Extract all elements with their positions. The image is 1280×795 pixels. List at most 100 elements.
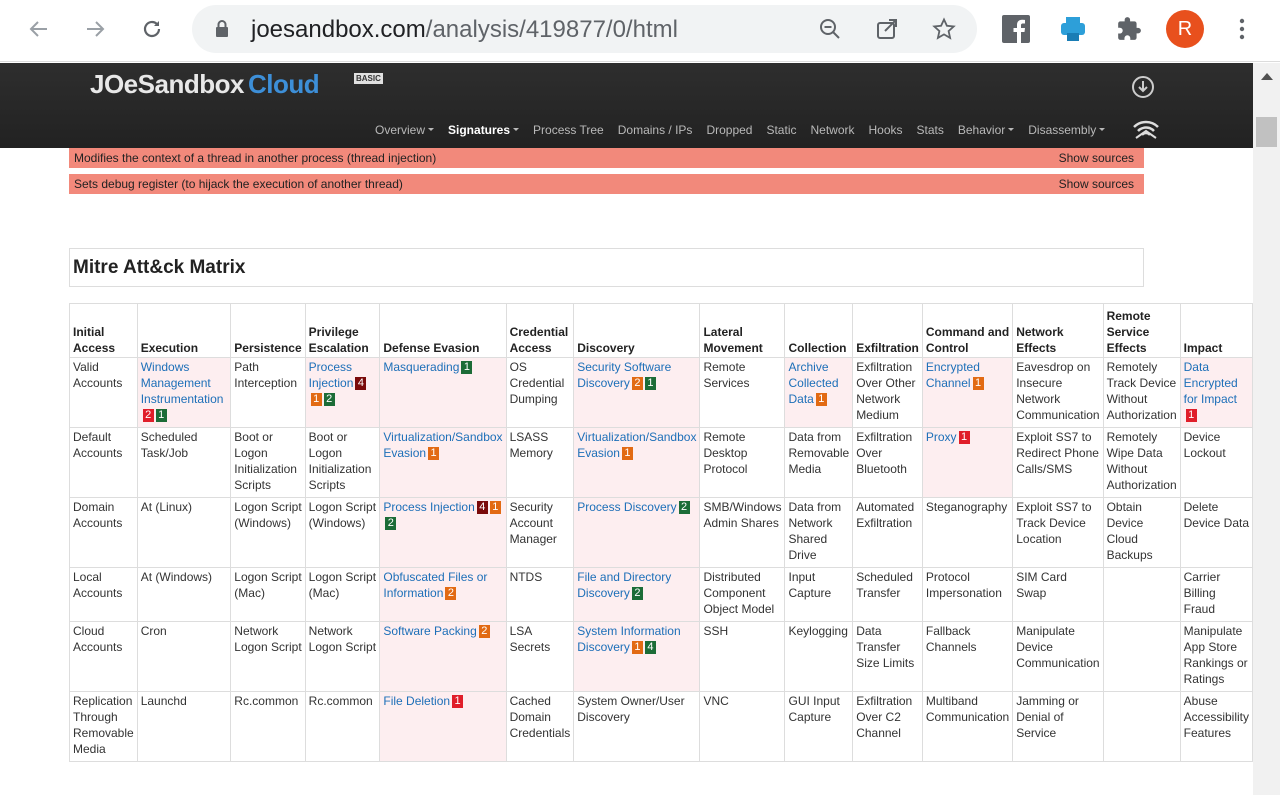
technique-link[interactable]: Virtualization/Sandbox Evasion xyxy=(577,430,696,460)
show-sources-link[interactable]: Show sources xyxy=(1059,177,1134,191)
matrix-cell[interactable]: Obfuscated Files or Information 2 xyxy=(379,567,507,622)
technique-link[interactable]: File Deletion xyxy=(383,694,450,708)
technique-text: Keylogging xyxy=(788,624,848,638)
back-arrow-icon[interactable] xyxy=(23,13,55,45)
show-sources-link[interactable]: Show sources xyxy=(1059,151,1134,165)
address-bar[interactable]: joesandbox.com/analysis/419877/0/html xyxy=(192,5,977,53)
technique-count-badge: 1 xyxy=(155,409,167,423)
technique-link[interactable]: File and Directory Discovery xyxy=(577,570,671,600)
technique-link[interactable]: System Information Discovery xyxy=(577,624,680,654)
nav-behavior[interactable]: Behavior xyxy=(958,123,1015,137)
extensions-puzzle-icon[interactable] xyxy=(1113,13,1145,45)
technique-link[interactable]: Obfuscated Files or Information xyxy=(383,570,487,600)
forward-arrow-icon[interactable] xyxy=(79,13,111,45)
matrix-column-header: Privilege Escalation xyxy=(304,303,381,358)
page-scrollbar[interactable] xyxy=(1253,63,1280,795)
caret-down-icon xyxy=(513,128,520,132)
matrix-cell: Remotely Wipe Data Without Authorization xyxy=(1102,427,1181,498)
matrix-cell[interactable]: Windows Management Instrumentation 2 1 xyxy=(136,357,232,428)
technique-text: Replication Through Removable Media xyxy=(73,694,134,756)
matrix-cell[interactable]: Process Injection412 xyxy=(379,497,507,568)
matrix-cell[interactable]: Proxy 1 xyxy=(921,427,1014,498)
profile-avatar[interactable]: R xyxy=(1166,10,1204,48)
technique-link[interactable]: Security Software Discovery xyxy=(577,360,671,390)
lock-icon[interactable] xyxy=(214,19,230,44)
nav-domains-ips[interactable]: Domains / IPs xyxy=(618,123,693,137)
technique-link[interactable]: Proxy xyxy=(926,430,957,444)
technique-text: Steganography xyxy=(925,500,1008,514)
matrix-cell: At (Linux) xyxy=(136,497,232,568)
nav-overview[interactable]: Overview xyxy=(375,123,435,137)
share-icon[interactable] xyxy=(875,17,899,46)
technique-count-badge: 1 xyxy=(631,641,643,655)
matrix-cell[interactable]: Data Encrypted for Impact 1 xyxy=(1179,357,1253,428)
technique-link[interactable]: Windows Management Instrumentation xyxy=(141,360,224,406)
technique-count-badge: 2 xyxy=(142,409,154,423)
technique-text: Launchd xyxy=(140,694,187,708)
mitre-section-header: Mitre Att&ck Matrix xyxy=(69,248,1144,287)
technique-link[interactable]: Masquerading xyxy=(383,360,459,374)
technique-count-badge: 1 xyxy=(489,501,501,515)
matrix-cell[interactable]: Archive Collected Data 1 xyxy=(784,357,854,428)
matrix-cell: Scheduled Task/Job xyxy=(136,427,232,498)
bookmark-star-icon[interactable] xyxy=(932,17,956,46)
matrix-cell[interactable]: System Information Discovery 1 4 xyxy=(573,621,701,692)
matrix-cell: Manipulate App Store Rankings or Ratings xyxy=(1179,621,1253,692)
nav-static[interactable]: Static xyxy=(766,123,796,137)
matrix-cell: Obtain Device Cloud Backups xyxy=(1102,497,1181,568)
technique-text: Automated Exfiltration xyxy=(856,500,915,530)
technique-text: LSA Secrets xyxy=(509,624,551,654)
matrix-cell[interactable]: Process Injection412 xyxy=(304,357,381,428)
nav-dropped[interactable]: Dropped xyxy=(706,123,752,137)
matrix-cell[interactable]: Software Packing 2 xyxy=(379,621,507,692)
technique-text: Remote Services xyxy=(703,360,750,390)
matrix-cell[interactable]: File and Directory Discovery 2 xyxy=(573,567,701,622)
nav-network[interactable]: Network xyxy=(810,123,854,137)
technique-link[interactable]: Archive Collected Data xyxy=(788,360,838,406)
matrix-cell xyxy=(1102,621,1181,692)
printer-extension-icon[interactable] xyxy=(1057,13,1089,45)
matrix-cell[interactable]: Virtualization/Sandbox Evasion 1 xyxy=(573,427,701,498)
technique-count-badge: 4 xyxy=(476,501,488,515)
scroll-up-arrow-icon[interactable] xyxy=(1261,73,1273,80)
matrix-cell[interactable]: Encrypted Channel 1 xyxy=(921,357,1014,428)
matrix-cell[interactable]: File Deletion 1 xyxy=(379,691,507,762)
technique-count-badge: 1 xyxy=(621,447,633,461)
joe-sandbox-logo[interactable]: JOeSandbox Cloud BASIC xyxy=(90,69,383,103)
technique-link[interactable]: Process Injection xyxy=(309,360,354,390)
matrix-cell[interactable]: Process Discovery 2 xyxy=(573,497,701,568)
matrix-cell[interactable]: Masquerading 1 xyxy=(379,357,507,428)
technique-link[interactable]: Process Discovery xyxy=(577,500,676,514)
logo-main-text: JOeSandbox xyxy=(90,69,244,99)
reload-icon[interactable] xyxy=(136,13,168,45)
matrix-cell: Abuse Accessibility Features xyxy=(1179,691,1253,762)
technique-text: At (Linux) xyxy=(140,500,193,514)
matrix-column-header: Command and Control xyxy=(921,303,1014,358)
mitre-attack-matrix: Initial Access Execution Persistence Privil… xyxy=(69,303,1253,762)
zoom-out-icon[interactable] xyxy=(818,17,842,46)
facebook-extension-icon[interactable] xyxy=(1000,13,1032,45)
nav-disassembly[interactable]: Disassembly xyxy=(1028,123,1106,137)
download-icon[interactable] xyxy=(1131,75,1155,104)
matrix-cell: Logon Script (Windows) xyxy=(304,497,381,568)
technique-text: Manipulate Device Communication xyxy=(1016,624,1100,670)
technique-link[interactable]: Process Injection xyxy=(383,500,474,514)
matrix-cell: Protocol Impersonation xyxy=(921,567,1014,622)
wireless-logo-icon[interactable] xyxy=(1132,118,1160,145)
nav-stats[interactable]: Stats xyxy=(917,123,944,137)
nav-process-tree[interactable]: Process Tree xyxy=(533,123,604,137)
matrix-cell[interactable]: Security Software Discovery 2 1 xyxy=(573,357,701,428)
matrix-cell: Logon Script (Mac) xyxy=(230,567,306,622)
scroll-thumb[interactable] xyxy=(1256,117,1277,147)
technique-link[interactable]: Software Packing xyxy=(383,624,476,638)
technique-link[interactable]: Virtualization/Sandbox Evasion xyxy=(383,430,502,460)
matrix-column-header: Impact xyxy=(1179,303,1253,358)
menu-kebab-icon[interactable] xyxy=(1226,13,1258,45)
technique-count-badge: 2 xyxy=(631,377,643,391)
matrix-cell[interactable]: Virtualization/Sandbox Evasion 1 xyxy=(379,427,507,498)
technique-count-badge: 1 xyxy=(815,393,827,407)
nav-hooks[interactable]: Hooks xyxy=(869,123,903,137)
url-text[interactable]: joesandbox.com/analysis/419877/0/html xyxy=(251,16,678,44)
nav-signatures[interactable]: Signatures xyxy=(448,123,520,137)
technique-link[interactable]: Data Encrypted for Impact xyxy=(1184,360,1238,406)
